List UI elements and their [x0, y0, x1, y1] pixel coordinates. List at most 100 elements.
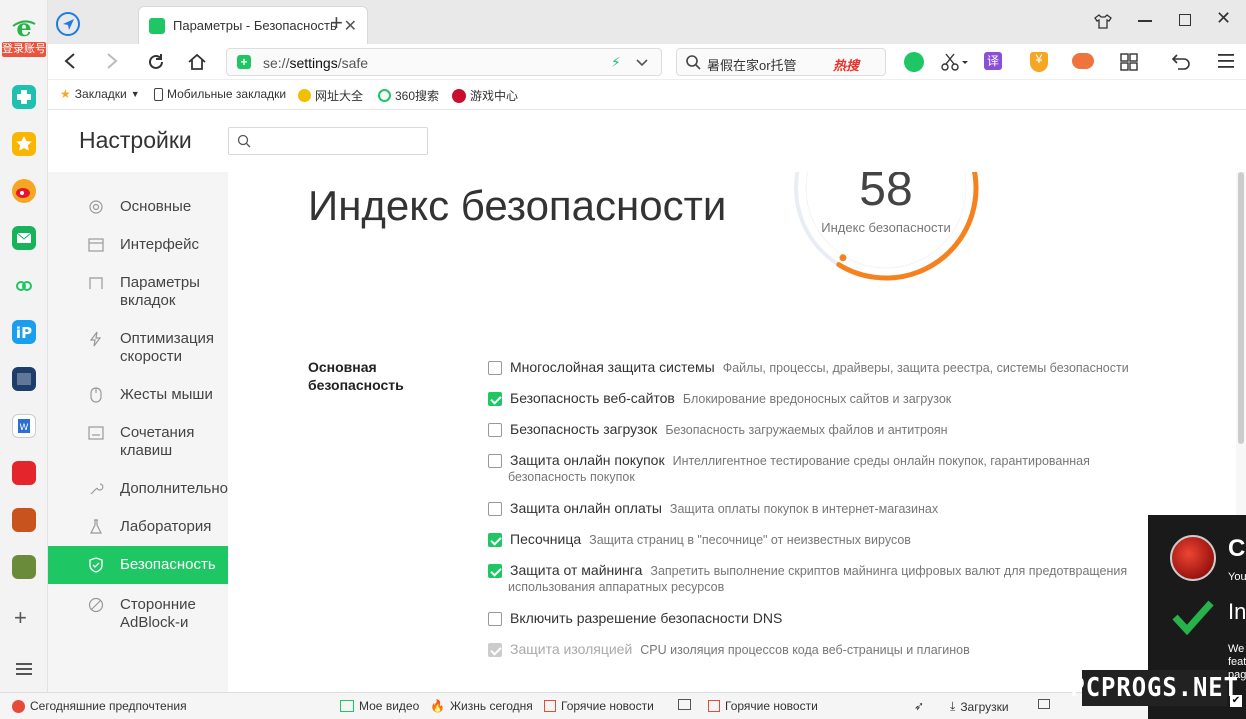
checkbox-checked[interactable]: [488, 533, 502, 547]
download-icon: ⤓: [950, 699, 956, 713]
option-label: Защита от майнинга: [510, 562, 643, 578]
status-hot-news[interactable]: Горячие новости: [544, 699, 654, 713]
bookmark-360search[interactable]: 360搜索: [378, 87, 439, 104]
notification-text-2: feat: [1228, 656, 1246, 668]
checkbox-checked[interactable]: [488, 392, 502, 406]
forward-button[interactable]: [106, 52, 118, 75]
sidebar-item-adblock[interactable]: Сторонние AdBlock-и: [48, 594, 228, 634]
security-index-heading: Индекс безопасности: [308, 182, 727, 229]
option-desc: Безопасность загружаемых файлов и антитр…: [665, 423, 948, 437]
option-download-security[interactable]: Безопасность загрузок Безопасность загруж…: [488, 421, 1210, 437]
sidebar-item-lab[interactable]: Лаборатория: [48, 516, 228, 538]
status-life-today[interactable]: 🔥 Жизнь сегодня: [430, 699, 533, 713]
wechat-icon[interactable]: [904, 52, 924, 72]
undo-icon[interactable]: [1170, 53, 1200, 76]
option-mining-protection[interactable]: Защита от майнинга Запретить выполнение с…: [488, 562, 1210, 578]
health-app-icon[interactable]: [12, 85, 36, 109]
url-field[interactable]: + se://settings/safe ⚡: [226, 48, 662, 76]
maximize-button[interactable]: [1179, 14, 1191, 26]
settings-tab-icon: [149, 17, 165, 34]
menu-list-icon[interactable]: [16, 662, 32, 675]
mail-icon[interactable]: [12, 226, 36, 250]
url-dropdown-chevron-icon[interactable]: [635, 53, 649, 76]
news-app-icon[interactable]: [12, 367, 36, 391]
game-center-icon: [452, 88, 466, 103]
gamepad-icon[interactable]: [1072, 53, 1094, 69]
login-account-button[interactable]: 登录账号: [2, 42, 46, 57]
add-app-icon[interactable]: +: [14, 607, 27, 629]
red-book-app-icon[interactable]: [12, 461, 36, 485]
status-hot-news-2[interactable]: Горячие новости: [708, 699, 818, 713]
status-printer[interactable]: [1038, 699, 1050, 709]
back-button[interactable]: [64, 52, 76, 76]
translate-button[interactable]: 译: [984, 52, 1002, 70]
settings-search-input[interactable]: [228, 127, 428, 155]
security-score-value: 58: [859, 172, 913, 216]
bookmarks-menu[interactable]: ★ Закладки ▼: [60, 87, 140, 101]
status-preferences[interactable]: Сегодняшние предпочтения: [12, 699, 187, 713]
shield-yen-icon[interactable]: ¥: [1030, 52, 1048, 72]
option-online-shopping-protection[interactable]: Защита онлайн покупок Интеллигентное тест…: [488, 452, 1210, 468]
search-box[interactable]: 暑假在家or托管 热搜: [676, 48, 886, 76]
game-app-icon-2[interactable]: [12, 555, 36, 579]
game-app-icon[interactable]: [12, 508, 36, 532]
sidebar-item-basic[interactable]: Основные: [48, 196, 228, 218]
sidebar-item-interface[interactable]: Интерфейс: [48, 234, 228, 256]
sidebar-item-label: Сочетания клавиш: [120, 424, 195, 459]
option-website-security[interactable]: Безопасность веб-сайтов Блокирование вред…: [488, 390, 1210, 406]
option-label: Защита онлайн оплаты: [510, 500, 662, 516]
scrollbar-thumb[interactable]: [1238, 172, 1244, 444]
sidebar-item-tabs[interactable]: Параметры вкладок: [48, 272, 228, 312]
option-dns-security[interactable]: Включить разрешение безопасности DNS: [488, 610, 1210, 626]
option-sandbox[interactable]: Песочница Защита страниц в "песочнице" от…: [488, 531, 1210, 547]
minimize-button[interactable]: [1138, 20, 1152, 22]
sidebar-item-label: Дополнительно: [120, 480, 228, 497]
home-button[interactable]: [187, 52, 207, 77]
bookmark-game-center[interactable]: 游戏中心: [452, 87, 518, 104]
star-favorites-icon[interactable]: [12, 132, 36, 156]
checkbox-checked[interactable]: [488, 564, 502, 578]
address-toolbar: + se://settings/safe ⚡ 暑假在家or托管 热搜 译 ¥: [48, 44, 1246, 80]
option-desc: Файлы, процессы, драйверы, защита реестр…: [722, 361, 1129, 375]
checkbox[interactable]: [488, 423, 502, 437]
skin-shirt-icon[interactable]: [1094, 12, 1112, 30]
status-my-video[interactable]: Мое видео: [340, 699, 419, 713]
sidebar-item-advanced[interactable]: Дополнительно: [48, 478, 228, 500]
sidebar-item-label: Основные: [120, 198, 192, 215]
status-image-icon-wrap[interactable]: [678, 699, 691, 710]
browser-logo-icon[interactable]: e: [10, 13, 38, 42]
weibo-icon[interactable]: [12, 179, 36, 203]
status-rocket[interactable]: ➶: [914, 699, 924, 713]
cloud-link-icon[interactable]: [12, 273, 36, 297]
option-label: Песочница: [510, 531, 582, 547]
bookmark-wangzhi[interactable]: 网址大全: [298, 87, 363, 104]
checkbox[interactable]: [488, 361, 502, 375]
close-window-button[interactable]: ✕: [1216, 8, 1231, 29]
option-online-payment-protection[interactable]: Защита онлайн оплаты Защита оплаты покупо…: [488, 500, 1210, 516]
close-tab-icon[interactable]: ✕: [344, 16, 357, 36]
option-multilayer-protection[interactable]: Многослойная защита системы Файлы, процес…: [488, 359, 1210, 375]
new-tab-button[interactable]: +: [330, 10, 343, 36]
reload-button[interactable]: [146, 52, 166, 77]
sidebar-item-label: Лаборатория: [120, 518, 212, 535]
sidebar-item-security[interactable]: Безопасность: [48, 546, 228, 584]
apps-grid-icon[interactable]: [1120, 53, 1138, 76]
option-desc: Интеллигентное тестирование среды онлайн…: [672, 454, 1090, 468]
lightning-mode-icon[interactable]: ⚡: [611, 54, 621, 71]
bookmark-mobile[interactable]: Мобильные закладки: [154, 87, 286, 101]
sidebar-item-shortcuts[interactable]: Сочетания клавиш: [48, 422, 228, 462]
checkbox[interactable]: [488, 502, 502, 516]
navigation-compass-icon[interactable]: [56, 12, 80, 36]
news-icon: [708, 700, 720, 712]
scissors-screenshot-icon[interactable]: [940, 52, 970, 77]
word-doc-icon[interactable]: W: [12, 414, 36, 438]
checkbox[interactable]: [488, 454, 502, 468]
main-menu-icon[interactable]: [1218, 54, 1234, 73]
ip-app-icon[interactable]: iP: [12, 320, 36, 344]
sidebar-item-mouse-gestures[interactable]: Жесты мыши: [48, 384, 228, 406]
checkbox[interactable]: [488, 612, 502, 626]
sidebar-item-speed[interactable]: Оптимизация скорости: [48, 328, 228, 368]
lightning-icon: [88, 331, 104, 351]
status-downloads[interactable]: ⤓ Загрузки: [950, 699, 1009, 714]
hot-search-label[interactable]: 热搜: [833, 55, 859, 74]
